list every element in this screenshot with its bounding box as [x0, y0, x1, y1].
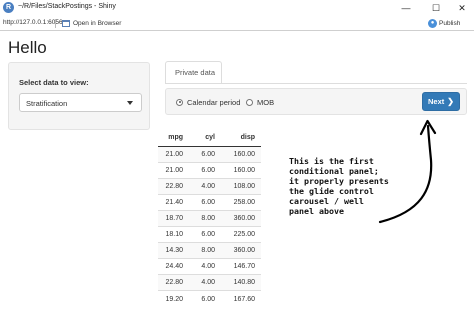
table-cell: 4.00: [189, 274, 221, 291]
table-cell: 21.00: [158, 161, 189, 179]
viewer-toolbar: http://127.0.0.1:6056 Open in Browser ● …: [0, 16, 474, 31]
table-body: 21.00 6.00 160.00 21.00 6.00 160.00 22.80 4.00 1…: [158, 145, 261, 307]
publish-icon: ●: [428, 19, 437, 28]
table-cell: 18.70: [158, 209, 189, 227]
select-value: Stratification: [26, 99, 68, 108]
url-text[interactable]: http://127.0.0.1:6056: [3, 19, 63, 26]
browser-window-icon: [62, 20, 70, 27]
next-label: Next: [428, 97, 445, 106]
radio-unchecked-icon: [246, 98, 253, 106]
table-cell: 4.00: [189, 177, 221, 195]
table-cell: 167.60: [221, 290, 261, 307]
table-cell: 14.30: [158, 242, 189, 259]
next-button[interactable]: Next ❯: [422, 92, 460, 111]
table-cell: 160.00: [221, 161, 261, 179]
table-cell: 22.80: [158, 177, 189, 195]
publish-button[interactable]: ● Publish: [428, 18, 460, 29]
close-button[interactable]: ✕: [449, 0, 474, 16]
table-cell: 146.70: [221, 258, 261, 275]
table-row: 14.30 8.00 360.00: [158, 242, 261, 259]
caret-down-icon: [127, 101, 133, 105]
radio-mob[interactable]: MOB: [246, 97, 274, 107]
annotation-line: conditional panel;: [289, 166, 379, 176]
table-row: 19.20 6.00 167.60: [158, 290, 261, 307]
column-header: disp: [221, 130, 261, 147]
table-row: 22.80 4.00 140.80: [158, 274, 261, 291]
rstudio-icon: R: [3, 2, 14, 13]
table-row: 21.00 6.00 160.00: [158, 145, 261, 163]
table-cell: 6.00: [189, 290, 221, 307]
well-panel: Calendar period MOB Next ❯: [165, 88, 467, 115]
table-row: 18.70 8.00 360.00: [158, 209, 261, 227]
annotation-line: carousel / well: [289, 196, 364, 206]
table-cell: 4.00: [189, 258, 221, 275]
radio-label: MOB: [257, 97, 275, 107]
page-title: Hello: [8, 38, 47, 57]
table-cell: 6.00: [189, 225, 221, 243]
title-bar: R ~/R/Files/StackPostings - Shiny — ☐ ✕: [0, 0, 474, 16]
data-table: mpg cyl disp 21.00 6.00 160.00 21.00 6.00 160…: [158, 130, 261, 307]
table-cell: 21.40: [158, 193, 189, 211]
radio-calendar-period[interactable]: Calendar period: [176, 97, 240, 107]
radio-label: Calendar period: [187, 97, 241, 107]
annotation-line: This is the first: [289, 156, 374, 166]
toolbar-divider: [55, 19, 56, 28]
column-header: mpg: [158, 130, 189, 147]
window-title: ~/R/Files/StackPostings - Shiny: [18, 3, 116, 10]
table-cell: 6.00: [189, 161, 221, 179]
annotation-line: the glide control: [289, 186, 374, 196]
table-cell: 19.20: [158, 290, 189, 307]
minimize-button[interactable]: —: [393, 0, 419, 16]
table-cell: 6.00: [189, 193, 221, 211]
select-data-label: Select data to view:: [19, 78, 89, 87]
table-cell: 160.00: [221, 145, 261, 163]
table-cell: 225.00: [221, 225, 261, 243]
tab-divider: [165, 83, 467, 84]
open-in-browser-button[interactable]: Open in Browser: [62, 18, 121, 29]
table-row: 21.40 6.00 258.00: [158, 193, 261, 211]
data-select-dropdown[interactable]: Stratification: [19, 93, 142, 112]
annotation-note: This is the first conditional panel; it pr…: [289, 156, 419, 216]
table-row: 24.40 4.00 146.70: [158, 258, 261, 275]
table-row: 22.80 4.00 108.00: [158, 177, 261, 195]
table-row: 21.00 6.00 160.00: [158, 161, 261, 179]
annotation-line: it properly presents: [289, 176, 389, 186]
annotation-line: panel above: [289, 206, 344, 216]
table-row: 18.10 6.00 225.00: [158, 225, 261, 243]
maximize-button[interactable]: ☐: [423, 0, 449, 16]
radio-checked-icon: [176, 98, 183, 106]
table-header-row: mpg cyl disp: [158, 130, 261, 147]
table-cell: 108.00: [221, 177, 261, 195]
table-cell: 6.00: [189, 145, 221, 163]
table-cell: 22.80: [158, 274, 189, 291]
sidebar-panel: Select data to view: Stratification: [8, 62, 150, 130]
app-window: R ~/R/Files/StackPostings - Shiny — ☐ ✕ …: [0, 0, 474, 333]
table-cell: 140.80: [221, 274, 261, 291]
table-cell: 360.00: [221, 242, 261, 259]
tab-private-data[interactable]: Private data: [165, 61, 222, 83]
chevron-right-icon: ❯: [447, 97, 454, 106]
publish-label: Publish: [439, 20, 461, 27]
tab-label: Private data: [175, 68, 216, 77]
open-in-browser-label: Open in Browser: [73, 20, 122, 27]
column-header: cyl: [189, 130, 221, 147]
table-cell: 258.00: [221, 193, 261, 211]
table-cell: 18.10: [158, 225, 189, 243]
table-cell: 8.00: [189, 242, 221, 259]
table-cell: 21.00: [158, 145, 189, 163]
table-cell: 360.00: [221, 209, 261, 227]
table-cell: 24.40: [158, 258, 189, 275]
table-cell: 8.00: [189, 209, 221, 227]
